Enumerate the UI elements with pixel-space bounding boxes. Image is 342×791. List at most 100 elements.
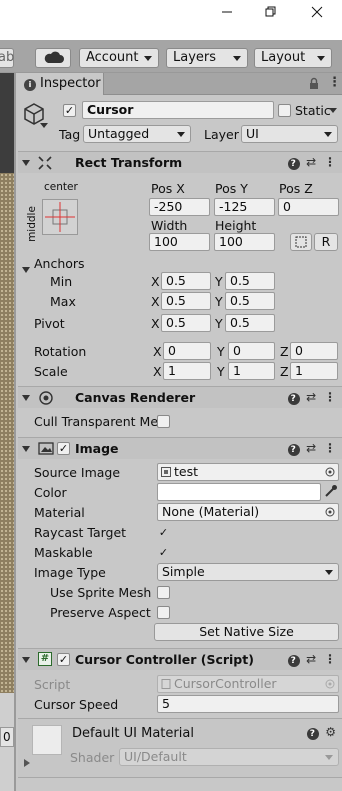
scene-dark-area bbox=[0, 73, 14, 173]
component-menu-icon[interactable]: ⋮ bbox=[324, 155, 338, 169]
scale-label: Scale bbox=[34, 364, 68, 379]
layout-dropdown[interactable]: Layout bbox=[254, 48, 332, 68]
material-label: Material bbox=[34, 505, 85, 520]
anchor-max-y-input[interactable]: 0.5 bbox=[225, 292, 275, 310]
layer-dropdown[interactable]: UI bbox=[241, 125, 338, 143]
set-native-size-button[interactable]: Set Native Size bbox=[154, 623, 339, 641]
source-image-value: test bbox=[174, 464, 199, 479]
cursor-speed-input[interactable]: 5 bbox=[157, 695, 339, 713]
anchor-preset-top-label: center bbox=[44, 181, 78, 193]
preset-sliders-icon[interactable]: ⇄ bbox=[306, 155, 318, 169]
raycast-target-checkbox[interactable]: ✓ bbox=[157, 526, 170, 539]
image-enabled-checkbox[interactable]: ✓ bbox=[57, 442, 70, 455]
layer-label: Layer bbox=[204, 127, 239, 142]
tag-dropdown[interactable]: Untagged bbox=[83, 125, 191, 143]
scale-x-input[interactable]: 1 bbox=[163, 362, 211, 380]
use-sprite-mesh-label: Use Sprite Mesh bbox=[50, 585, 152, 600]
anchors-fold-arrow[interactable] bbox=[22, 267, 30, 273]
posx-input[interactable]: -250 bbox=[149, 198, 210, 216]
eyedropper-icon[interactable] bbox=[324, 484, 338, 498]
component-menu-icon[interactable]: ⋮ bbox=[324, 390, 338, 404]
height-input[interactable]: 100 bbox=[214, 233, 275, 251]
object-picker-icon[interactable] bbox=[325, 467, 335, 477]
gear-icon[interactable]: ⚙ bbox=[325, 725, 338, 739]
help-icon[interactable]: ? bbox=[288, 393, 301, 405]
help-icon[interactable]: ? bbox=[307, 728, 320, 740]
pivot-x-input[interactable]: 0.5 bbox=[161, 314, 211, 332]
scale-y-input[interactable]: 1 bbox=[228, 362, 275, 380]
posy-input[interactable]: -125 bbox=[214, 198, 275, 216]
fold-arrow-icon[interactable] bbox=[22, 160, 30, 166]
color-swatch[interactable] bbox=[157, 483, 321, 501]
cull-transparent-checkbox[interactable] bbox=[157, 415, 170, 428]
layers-dropdown[interactable]: Layers bbox=[166, 48, 248, 68]
rotation-z-input[interactable]: 0 bbox=[290, 342, 338, 360]
left-panel-field[interactable]: 0 bbox=[0, 727, 14, 747]
component-menu-icon[interactable]: ⋮ bbox=[324, 441, 338, 455]
blueprint-mode-button[interactable] bbox=[290, 233, 312, 251]
scene-tab-fragment[interactable]: ab bbox=[0, 48, 14, 68]
material-title: Default UI Material bbox=[72, 726, 194, 741]
raw-edit-button[interactable]: R bbox=[314, 233, 338, 251]
pivot-y-input[interactable]: 0.5 bbox=[225, 314, 275, 332]
static-label: Static bbox=[295, 103, 331, 118]
canvas-renderer-header[interactable]: Canvas Renderer ? ⇄ ⋮ bbox=[18, 386, 342, 408]
cloud-button[interactable] bbox=[35, 48, 71, 68]
rotation-y-input[interactable]: 0 bbox=[228, 342, 275, 360]
active-checkbox[interactable]: ✓ bbox=[63, 104, 76, 117]
icon-dropdown-arrow[interactable] bbox=[40, 123, 48, 128]
static-dropdown-arrow[interactable] bbox=[329, 108, 337, 113]
source-image-field[interactable]: test bbox=[157, 463, 339, 481]
material-expand-arrow[interactable] bbox=[24, 759, 30, 767]
cursor-controller-enabled-checkbox[interactable]: ✓ bbox=[57, 653, 70, 666]
anchor-min-y-input[interactable]: 0.5 bbox=[225, 272, 275, 290]
fold-arrow-icon[interactable] bbox=[22, 395, 30, 401]
script-file-icon bbox=[161, 679, 171, 689]
help-icon[interactable]: ? bbox=[288, 158, 301, 170]
help-icon[interactable]: ? bbox=[288, 655, 301, 667]
use-sprite-mesh-checkbox[interactable] bbox=[157, 586, 170, 599]
shader-dropdown[interactable]: UI/Default bbox=[119, 748, 339, 766]
image-header[interactable]: ✓ Image ? ⇄ ⋮ bbox=[18, 437, 342, 459]
tag-label: Tag bbox=[59, 127, 81, 142]
material-field[interactable]: None (Material) bbox=[157, 503, 339, 521]
maximize-button[interactable] bbox=[251, 2, 291, 22]
image-type-dropdown[interactable]: Simple bbox=[157, 563, 339, 581]
chevron-down-icon bbox=[325, 755, 333, 760]
object-picker-icon[interactable] bbox=[325, 507, 335, 517]
anchor-presets-button[interactable] bbox=[42, 199, 78, 235]
pivot-y-label: Y bbox=[215, 316, 223, 331]
close-button[interactable] bbox=[297, 2, 337, 22]
rotation-x-input[interactable]: 0 bbox=[163, 342, 211, 360]
tab-inspector[interactable]: i Inspector bbox=[16, 73, 104, 95]
rotation-x-label: X bbox=[153, 344, 162, 359]
chevron-down-icon bbox=[177, 132, 185, 137]
scene-view-strip[interactable] bbox=[0, 73, 14, 791]
width-input[interactable]: 100 bbox=[149, 233, 210, 251]
preset-sliders-icon[interactable]: ⇄ bbox=[306, 390, 318, 404]
chevron-down-icon bbox=[317, 56, 325, 61]
object-name-input[interactable]: Cursor bbox=[82, 101, 274, 119]
tab-menu-icon[interactable]: ⋮ bbox=[328, 75, 341, 90]
static-checkbox[interactable] bbox=[278, 104, 291, 117]
component-menu-icon[interactable]: ⋮ bbox=[324, 652, 338, 666]
scale-z-input[interactable]: 1 bbox=[290, 362, 338, 380]
preset-sliders-icon[interactable]: ⇄ bbox=[306, 441, 318, 455]
posz-input[interactable]: 0 bbox=[278, 198, 339, 216]
rect-transform-header[interactable]: Rect Transform ? ⇄ ⋮ bbox=[18, 151, 342, 173]
help-icon[interactable]: ? bbox=[288, 444, 301, 456]
anchor-min-x-input[interactable]: 0.5 bbox=[161, 272, 211, 290]
lock-icon[interactable] bbox=[308, 77, 320, 90]
cursor-controller-header[interactable]: # ✓ Cursor Controller (Script) ? ⇄ ⋮ bbox=[18, 648, 342, 670]
height-label: Height bbox=[215, 218, 257, 233]
script-field: CursorController bbox=[157, 675, 339, 693]
anchor-min-label: Min bbox=[50, 274, 73, 289]
account-dropdown[interactable]: Account bbox=[79, 48, 159, 68]
preserve-aspect-checkbox[interactable] bbox=[157, 606, 170, 619]
maskable-checkbox[interactable]: ✓ bbox=[157, 546, 170, 559]
fold-arrow-icon[interactable] bbox=[22, 657, 30, 663]
preset-sliders-icon[interactable]: ⇄ bbox=[306, 652, 318, 666]
minimize-button[interactable] bbox=[207, 2, 247, 22]
anchor-max-x-input[interactable]: 0.5 bbox=[161, 292, 211, 310]
fold-arrow-icon[interactable] bbox=[22, 446, 30, 452]
